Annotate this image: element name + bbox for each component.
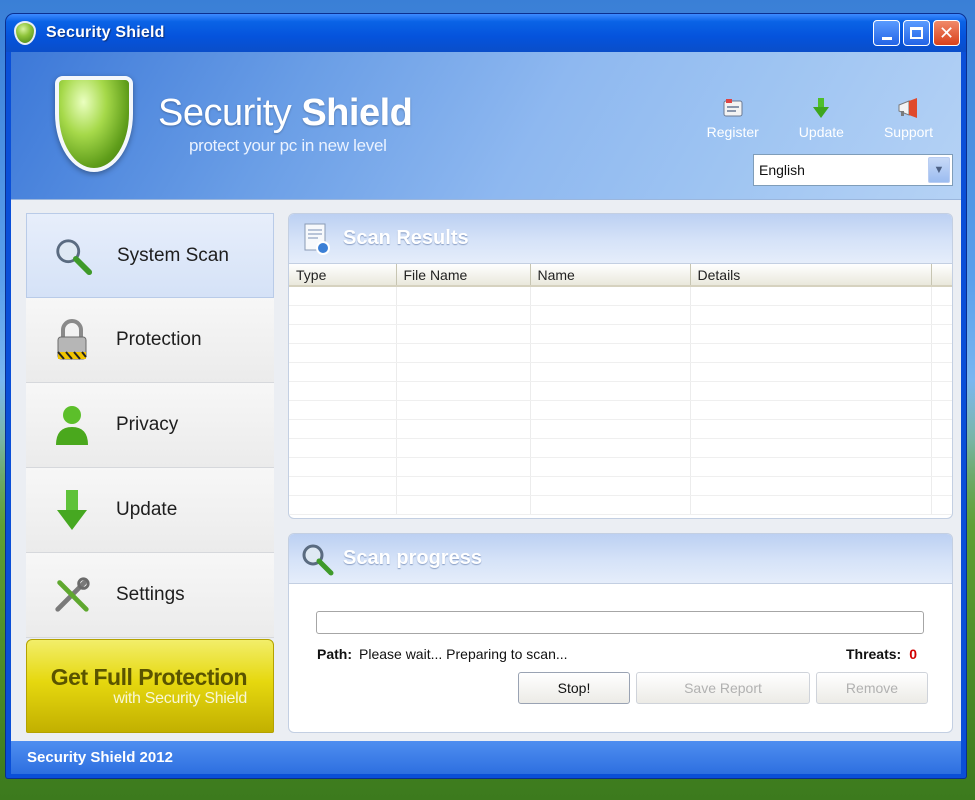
client-area: Security Shield protect your pc in new l… bbox=[11, 52, 961, 774]
magnifier-icon bbox=[53, 234, 93, 278]
scan-progress-header: Scan progress bbox=[289, 534, 952, 584]
scan-progress-title: Scan progress bbox=[343, 547, 482, 569]
title-bar[interactable]: Security Shield ✕ bbox=[6, 14, 966, 52]
sidebar-item-label: Protection bbox=[116, 329, 202, 350]
app-header: Security Shield protect your pc in new l… bbox=[11, 52, 961, 200]
register-button[interactable]: Register bbox=[707, 96, 759, 140]
column-header-type[interactable]: Type bbox=[289, 264, 397, 287]
sidebar-item-label: Settings bbox=[116, 584, 185, 605]
magnifier-icon bbox=[299, 541, 335, 577]
close-icon: ✕ bbox=[938, 22, 955, 43]
path-label: Path: bbox=[317, 646, 352, 662]
chevron-down-icon[interactable]: ▼ bbox=[928, 157, 950, 183]
table-row bbox=[289, 457, 952, 477]
status-bar: Security Shield 2012 bbox=[11, 741, 961, 774]
table-row bbox=[289, 419, 952, 439]
minimize-icon bbox=[881, 36, 892, 40]
table-row bbox=[289, 495, 952, 515]
support-button[interactable]: Support bbox=[884, 96, 933, 140]
brand-title-light: Security bbox=[158, 92, 302, 134]
scan-results-header: Scan Results bbox=[289, 214, 952, 264]
language-selected-value: English bbox=[759, 162, 805, 178]
sidebar-item-system-scan[interactable]: System Scan bbox=[26, 213, 274, 298]
table-row bbox=[289, 305, 952, 325]
update-arrow-icon bbox=[809, 96, 833, 120]
close-button[interactable]: ✕ bbox=[933, 20, 960, 46]
shield-icon bbox=[14, 21, 36, 45]
brand-title: Security Shield bbox=[158, 92, 413, 135]
table-row bbox=[289, 324, 952, 344]
sidebar-item-label: Privacy bbox=[116, 414, 179, 435]
results-header-row: Type File Name Name Details bbox=[289, 264, 952, 287]
minimize-button[interactable] bbox=[873, 20, 900, 46]
sidebar-item-privacy[interactable]: Privacy bbox=[26, 383, 274, 468]
table-row bbox=[289, 476, 952, 496]
scan-actions: Stop! Save Report Remove bbox=[518, 672, 928, 704]
brand-tagline: protect your pc in new level bbox=[189, 136, 387, 155]
table-row bbox=[289, 286, 952, 306]
scan-path-row: Path: Please wait... Preparing to scan... bbox=[317, 646, 568, 662]
stop-button[interactable]: Stop! bbox=[518, 672, 630, 704]
threats-count: 0 bbox=[909, 646, 917, 662]
sidebar-item-update[interactable]: Update bbox=[26, 468, 274, 553]
window-title: Security Shield bbox=[46, 24, 165, 41]
sidebar-item-protection[interactable]: Protection bbox=[26, 298, 274, 383]
down-arrow-icon bbox=[52, 488, 92, 532]
brand-title-bold: Shield bbox=[301, 92, 413, 134]
register-icon bbox=[721, 96, 745, 120]
column-header-name[interactable]: Name bbox=[530, 264, 691, 287]
update-label: Update bbox=[798, 124, 844, 140]
column-header-spacer bbox=[931, 264, 952, 287]
sidebar-item-label: System Scan bbox=[117, 244, 229, 266]
threats-label: Threats: bbox=[845, 646, 902, 662]
table-row bbox=[289, 438, 952, 458]
table-row bbox=[289, 362, 952, 382]
status-text: Security Shield 2012 bbox=[27, 749, 173, 766]
threats-row: Threats: 0 bbox=[846, 646, 917, 662]
column-header-file-name[interactable]: File Name bbox=[396, 264, 531, 287]
table-row bbox=[289, 400, 952, 420]
document-scan-icon bbox=[299, 221, 335, 257]
user-icon bbox=[52, 403, 92, 447]
table-row bbox=[289, 343, 952, 363]
update-button[interactable]: Update bbox=[799, 96, 844, 140]
results-table-body bbox=[289, 286, 952, 515]
save-report-button[interactable]: Save Report bbox=[636, 672, 810, 704]
maximize-icon bbox=[910, 27, 923, 39]
tools-icon bbox=[52, 573, 92, 617]
logo-shield-icon bbox=[55, 76, 133, 172]
language-select[interactable]: English ▼ bbox=[753, 154, 953, 186]
padlock-icon bbox=[52, 318, 92, 362]
app-window: Security Shield ✕ Security Shield protec… bbox=[6, 14, 966, 778]
sidebar-nav: System Scan Protection Privacy Update Se… bbox=[26, 213, 274, 638]
register-label: Register bbox=[706, 124, 759, 140]
scan-results-panel: Scan Results Type File Name Name Details bbox=[288, 213, 953, 519]
scan-progress-panel: Scan progress Path: Please wait... Prepar… bbox=[288, 533, 953, 733]
header-actions: Register Update Support bbox=[707, 96, 933, 140]
support-megaphone-icon bbox=[896, 96, 920, 120]
results-table[interactable]: Type File Name Name Details bbox=[289, 264, 952, 515]
sidebar-item-settings[interactable]: Settings bbox=[26, 553, 274, 638]
promo-subtitle: with Security Shield bbox=[113, 690, 247, 707]
column-header-details[interactable]: Details bbox=[690, 264, 932, 287]
scan-results-title: Scan Results bbox=[343, 227, 469, 249]
table-row bbox=[289, 381, 952, 401]
get-full-protection-button[interactable]: Get Full Protection with Security Shield bbox=[26, 639, 274, 733]
promo-title: Get Full Protection bbox=[50, 664, 248, 690]
scan-progress-bar bbox=[316, 611, 924, 634]
support-label: Support bbox=[883, 124, 933, 140]
remove-button[interactable]: Remove bbox=[816, 672, 928, 704]
maximize-button[interactable] bbox=[903, 20, 930, 46]
sidebar-item-label: Update bbox=[116, 499, 178, 520]
path-value: Please wait... Preparing to scan... bbox=[359, 646, 568, 662]
window-controls: ✕ bbox=[873, 20, 960, 46]
